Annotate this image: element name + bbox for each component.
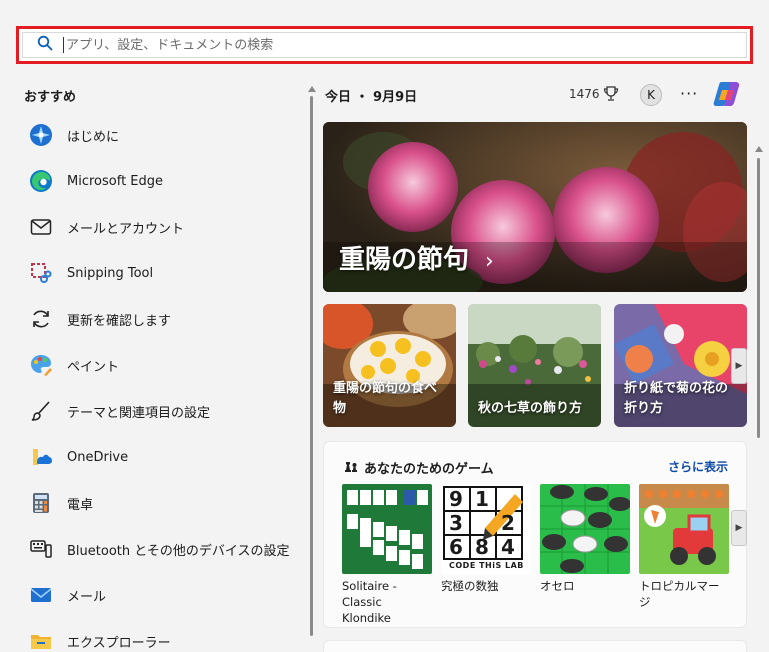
show-more-link[interactable]: さらに表示 <box>668 458 728 475</box>
app-label: ペイント <box>67 359 120 375</box>
app-item-onedrive[interactable]: OneDrive <box>28 434 308 480</box>
recommended-app-list: はじめに Microsoft Edge メールとアカウント Snipping T… <box>28 112 308 652</box>
app-item-edge[interactable]: Microsoft Edge <box>28 158 308 204</box>
sudoku-digit: 6 <box>449 535 463 559</box>
cards-next-button[interactable]: ▶ <box>731 348 747 384</box>
app-label: OneDrive <box>67 449 129 465</box>
app-item-check-updates[interactable]: 更新を確認します <box>28 296 308 342</box>
sudoku-digit: 1 <box>475 487 489 511</box>
search-box[interactable] <box>16 26 753 64</box>
mail-outline-icon <box>28 214 54 240</box>
game-sudoku[interactable]: 9 1 3 2 6 8 4 CODE THiS LAB 究極の数独 <box>441 484 531 594</box>
sudoku-logo: CODE THiS LAB <box>449 561 524 570</box>
snipping-tool-icon <box>28 260 54 286</box>
get-started-icon <box>28 122 54 148</box>
calculator-icon <box>28 490 54 516</box>
app-label: エクスプローラー <box>67 635 171 651</box>
app-item-snipping-tool[interactable]: Snipping Tool <box>28 250 308 296</box>
app-label: はじめに <box>67 129 120 145</box>
left-scrollbar[interactable] <box>308 86 316 646</box>
card-label: 秋の七草の飾り方 <box>478 401 583 416</box>
onedrive-icon <box>28 444 54 470</box>
right-scrollbar[interactable] <box>755 146 763 646</box>
rewards-points[interactable]: 1476 <box>569 87 600 101</box>
search-input[interactable] <box>63 37 663 53</box>
app-item-mail-accounts[interactable]: メールとアカウント <box>28 204 308 250</box>
chess-pieces-icon <box>344 458 358 472</box>
scroll-up-arrow-icon[interactable] <box>308 86 316 92</box>
game-name: Solitaire - Classic Klondike <box>342 579 397 625</box>
card-chrysanthemum-food[interactable]: 重陽の節句の食べ物 <box>323 304 456 427</box>
othello-thumbnail <box>540 484 630 574</box>
mail-icon <box>28 582 54 608</box>
chevron-right-icon: ▶ <box>735 361 743 371</box>
sudoku-digit: 2 <box>501 511 515 535</box>
app-item-bluetooth-settings[interactable]: Bluetooth とその他のデバイスの設定 <box>28 526 308 572</box>
sudoku-digit: 4 <box>501 535 515 559</box>
app-label: Bluetooth とその他のデバイスの設定 <box>67 543 290 559</box>
solitaire-thumbnail <box>342 484 432 574</box>
card-autumn-herbs[interactable]: 秋の七草の飾り方 <box>468 304 601 427</box>
chevron-right-icon: › <box>485 249 494 274</box>
trophy-icon[interactable] <box>603 85 619 103</box>
app-label: 電卓 <box>67 497 94 513</box>
game-name: トロピカルマージ <box>639 579 720 609</box>
scroll-up-arrow-icon[interactable] <box>755 146 763 152</box>
app-label: メールとアカウント <box>67 221 185 237</box>
scrollbar-thumb[interactable] <box>310 96 313 636</box>
game-othello[interactable]: オセロ <box>540 484 630 594</box>
next-section-card <box>323 640 747 652</box>
chevron-right-icon: ▶ <box>735 523 743 533</box>
card-label: 折り紙で菊の花の折り方 <box>624 381 729 416</box>
game-solitaire[interactable]: Solitaire - Classic Klondike <box>342 484 432 626</box>
app-label: Snipping Tool <box>67 265 154 281</box>
hero-card[interactable]: 重陽の節句 › <box>323 122 747 292</box>
paint-palette-icon <box>28 352 54 378</box>
recommended-heading: おすすめ <box>24 90 77 105</box>
card-origami-chrysanthemum[interactable]: 折り紙で菊の花の折り方 <box>614 304 747 427</box>
games-panel: あなたのためのゲーム さらに表示 Solitaire - Classic Klo… <box>323 441 747 628</box>
app-label: テーマと関連項目の設定 <box>67 405 211 421</box>
edge-icon <box>28 168 54 194</box>
brush-icon <box>28 398 54 424</box>
app-item-calculator[interactable]: 電卓 <box>28 480 308 526</box>
today-date-heading: 今日 ・ 9月9日 <box>325 90 418 105</box>
app-item-mail[interactable]: メール <box>28 572 308 618</box>
tropical-merge-thumbnail <box>639 484 729 574</box>
scrollbar-thumb[interactable] <box>757 158 760 438</box>
game-name: オセロ <box>540 579 575 593</box>
app-item-get-started[interactable]: はじめに <box>28 112 308 158</box>
sudoku-digit: 8 <box>475 535 489 559</box>
search-icon <box>37 35 53 55</box>
folder-icon <box>28 628 54 652</box>
sudoku-thumbnail: 9 1 3 2 6 8 4 CODE THiS LAB <box>441 484 531 574</box>
app-label: 更新を確認します <box>67 313 172 329</box>
more-options-button[interactable]: ··· <box>680 84 698 103</box>
sudoku-digit: 3 <box>449 511 463 535</box>
card-label: 重陽の節句の食べ物 <box>333 381 438 416</box>
copilot-icon[interactable] <box>712 80 742 108</box>
sudoku-digit: 9 <box>449 487 463 511</box>
refresh-icon <box>28 306 54 332</box>
avatar[interactable]: K <box>640 84 662 106</box>
search-field-container[interactable] <box>22 32 747 58</box>
app-item-theme-settings[interactable]: テーマと関連項目の設定 <box>28 388 308 434</box>
game-tropical-merge[interactable]: トロピカルマージ <box>639 484 729 610</box>
app-item-explorer[interactable]: エクスプローラー <box>28 618 308 652</box>
games-heading: あなたのためのゲーム <box>364 462 494 477</box>
hero-title: 重陽の節句 <box>339 245 470 275</box>
games-next-button[interactable]: ▶ <box>731 510 747 546</box>
app-label: メール <box>67 589 107 605</box>
game-name: 究極の数独 <box>441 579 499 593</box>
app-label: Microsoft Edge <box>67 173 164 189</box>
app-item-paint[interactable]: ペイント <box>28 342 308 388</box>
devices-icon <box>28 536 54 562</box>
